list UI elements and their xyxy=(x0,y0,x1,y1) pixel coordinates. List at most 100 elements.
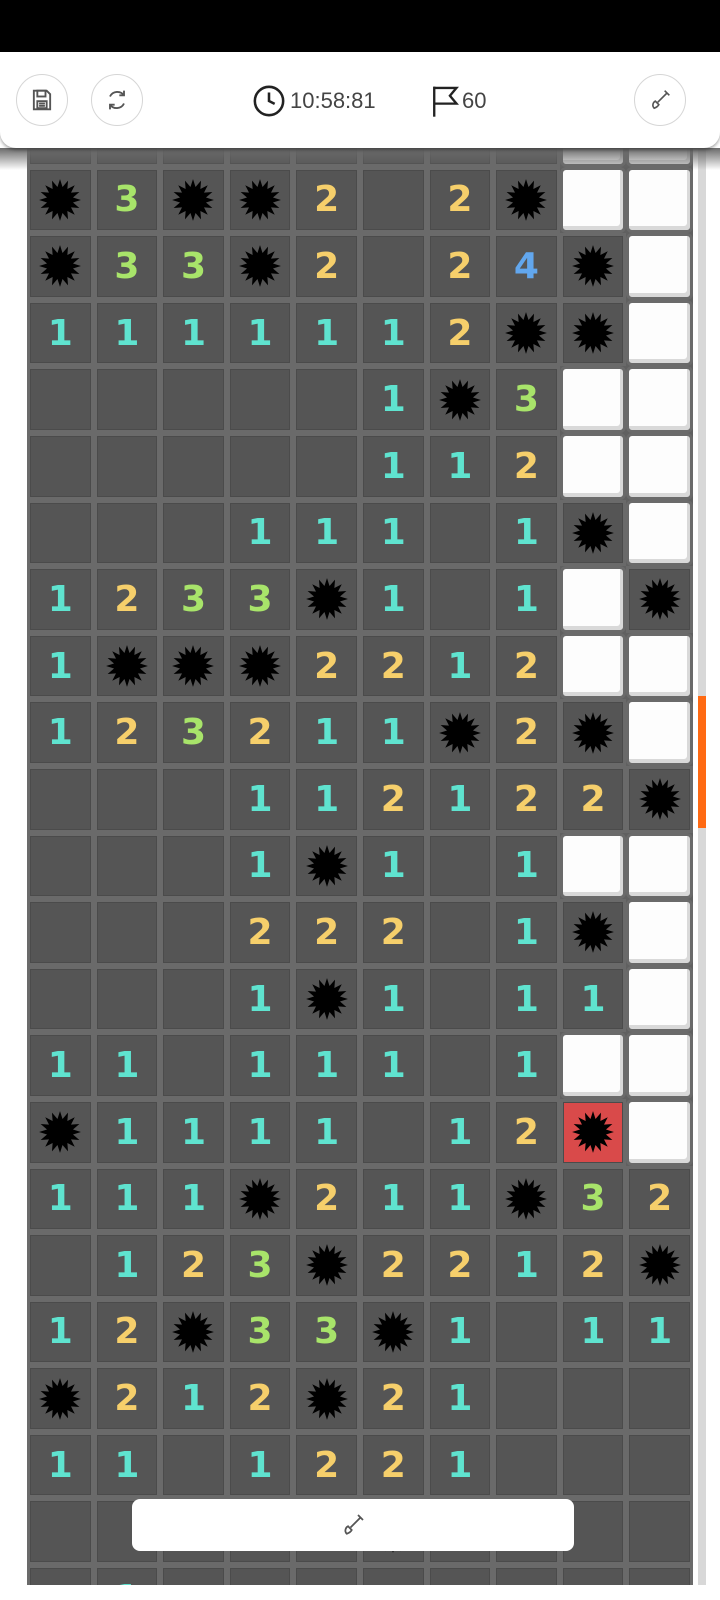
cell-empty[interactable] xyxy=(160,499,227,567)
cell-number[interactable]: 1 xyxy=(293,299,360,367)
cell-empty[interactable] xyxy=(426,1565,494,1585)
cell-empty[interactable] xyxy=(359,1565,427,1585)
cell-mine[interactable] xyxy=(226,233,294,300)
cell-empty[interactable] xyxy=(27,899,94,966)
cell-mine[interactable] xyxy=(493,166,560,234)
cell-number[interactable]: 1 xyxy=(426,1165,494,1233)
cell-empty[interactable] xyxy=(426,899,494,966)
cell-empty[interactable] xyxy=(27,1565,94,1585)
cell-mine[interactable] xyxy=(27,1098,94,1166)
cell-mine[interactable] xyxy=(559,699,627,766)
cell-number[interactable]: 2 xyxy=(359,899,427,966)
cell-number[interactable]: 1 xyxy=(27,299,94,367)
cell-empty[interactable] xyxy=(160,1565,227,1585)
cell-number[interactable]: 1 xyxy=(359,299,427,367)
cell-mine[interactable] xyxy=(559,899,627,966)
cell-unrevealed[interactable] xyxy=(559,166,627,234)
cell-empty[interactable] xyxy=(160,1431,227,1499)
cell-number[interactable]: 4 xyxy=(493,233,560,300)
cell-number[interactable]: 3 xyxy=(293,1298,360,1366)
cell-empty[interactable] xyxy=(426,499,494,567)
cell-number[interactable]: 1 xyxy=(359,832,427,900)
cell-empty[interactable] xyxy=(27,499,94,567)
cell-number[interactable]: 1 xyxy=(359,965,427,1033)
cell-empty[interactable] xyxy=(493,1365,560,1432)
cell-empty[interactable] xyxy=(27,832,94,900)
cell-empty[interactable] xyxy=(359,233,427,300)
cell-empty[interactable] xyxy=(27,965,94,1033)
mode-toggle-button[interactable] xyxy=(634,74,686,126)
cell-unrevealed[interactable] xyxy=(626,366,693,433)
cell-number[interactable]: 3 xyxy=(160,566,227,633)
cell-number[interactable]: 1 xyxy=(359,366,427,433)
cell-number[interactable]: 1 xyxy=(426,1098,494,1166)
cell-number[interactable]: 1 xyxy=(493,832,560,900)
cell-number[interactable]: 1 xyxy=(359,499,427,567)
cell-empty[interactable] xyxy=(160,832,227,900)
cell-empty[interactable] xyxy=(626,1431,693,1499)
cell-unrevealed[interactable] xyxy=(626,299,693,367)
cell-number[interactable]: 2 xyxy=(493,432,560,500)
cell-mine[interactable] xyxy=(293,566,360,633)
cell-unrevealed[interactable] xyxy=(626,233,693,300)
cell-number[interactable]: 1 xyxy=(27,1165,94,1233)
cell-number[interactable]: 2 xyxy=(426,233,494,300)
cell-number[interactable]: 1 xyxy=(226,965,294,1033)
cell-empty[interactable] xyxy=(293,366,360,433)
cell-number[interactable]: 1 xyxy=(626,1298,693,1366)
cell-number[interactable]: 1 xyxy=(93,1232,161,1299)
cell-number[interactable]: 1 xyxy=(293,499,360,567)
cell-number[interactable]: 1 xyxy=(226,299,294,367)
cell-empty[interactable] xyxy=(559,1365,627,1432)
cell-empty[interactable] xyxy=(626,1498,693,1566)
cell-number[interactable]: 2 xyxy=(359,765,427,833)
cell-number[interactable]: 1 xyxy=(27,1431,94,1499)
cell-number[interactable]: 1 xyxy=(359,1032,427,1099)
cell-number[interactable]: 1 xyxy=(293,699,360,766)
cell-empty[interactable] xyxy=(493,1431,560,1499)
cell-empty[interactable] xyxy=(93,499,161,567)
cell-number[interactable]: 1 xyxy=(226,1032,294,1099)
cell-number[interactable]: 1 xyxy=(426,1431,494,1499)
cell-empty[interactable] xyxy=(93,765,161,833)
cell-number[interactable]: 1 xyxy=(27,699,94,766)
cell-number[interactable]: 2 xyxy=(426,1232,494,1299)
cell-number[interactable]: 1 xyxy=(93,1098,161,1166)
cell-number[interactable]: 1 xyxy=(426,765,494,833)
cell-number[interactable]: 1 xyxy=(93,1431,161,1499)
cell-unrevealed[interactable] xyxy=(559,432,627,500)
cell-number[interactable]: 2 xyxy=(293,166,360,234)
cell-mine[interactable] xyxy=(293,965,360,1033)
cell-mine[interactable] xyxy=(226,632,294,700)
cell-unrevealed[interactable] xyxy=(626,632,693,700)
cell-empty[interactable] xyxy=(426,566,494,633)
cell-empty[interactable] xyxy=(493,1565,560,1585)
cell-number[interactable]: 1 xyxy=(293,1032,360,1099)
cell-number[interactable]: 1 xyxy=(160,1098,227,1166)
cell-number[interactable]: 2 xyxy=(93,1298,161,1366)
cell-empty[interactable] xyxy=(226,366,294,433)
cell-number[interactable]: 2 xyxy=(93,699,161,766)
cell-mine[interactable] xyxy=(559,233,627,300)
cell-number[interactable]: 2 xyxy=(160,1232,227,1299)
cell-mine[interactable] xyxy=(626,566,693,633)
cell-number[interactable]: 1 xyxy=(493,566,560,633)
cell-empty[interactable] xyxy=(27,765,94,833)
cell-empty[interactable] xyxy=(626,1565,693,1585)
cell-empty[interactable] xyxy=(293,1565,360,1585)
cell-empty[interactable] xyxy=(426,965,494,1033)
cell-mine[interactable] xyxy=(293,1365,360,1432)
cell-empty[interactable] xyxy=(359,166,427,234)
cell-number[interactable]: 1 xyxy=(493,499,560,567)
cell-number[interactable]: 2 xyxy=(426,299,494,367)
cell-mine[interactable] xyxy=(27,166,94,234)
cell-number[interactable]: 1 xyxy=(27,1298,94,1366)
cell-number[interactable]: 1 xyxy=(359,432,427,500)
cell-unrevealed[interactable] xyxy=(559,566,627,633)
cell-number[interactable]: 1 xyxy=(559,1298,627,1366)
cell-number[interactable]: 2 xyxy=(559,1232,627,1299)
cell-mine[interactable] xyxy=(493,1165,560,1233)
cell-empty[interactable] xyxy=(160,1032,227,1099)
cell-unrevealed[interactable] xyxy=(626,166,693,234)
cell-number[interactable]: 1 xyxy=(426,1298,494,1366)
